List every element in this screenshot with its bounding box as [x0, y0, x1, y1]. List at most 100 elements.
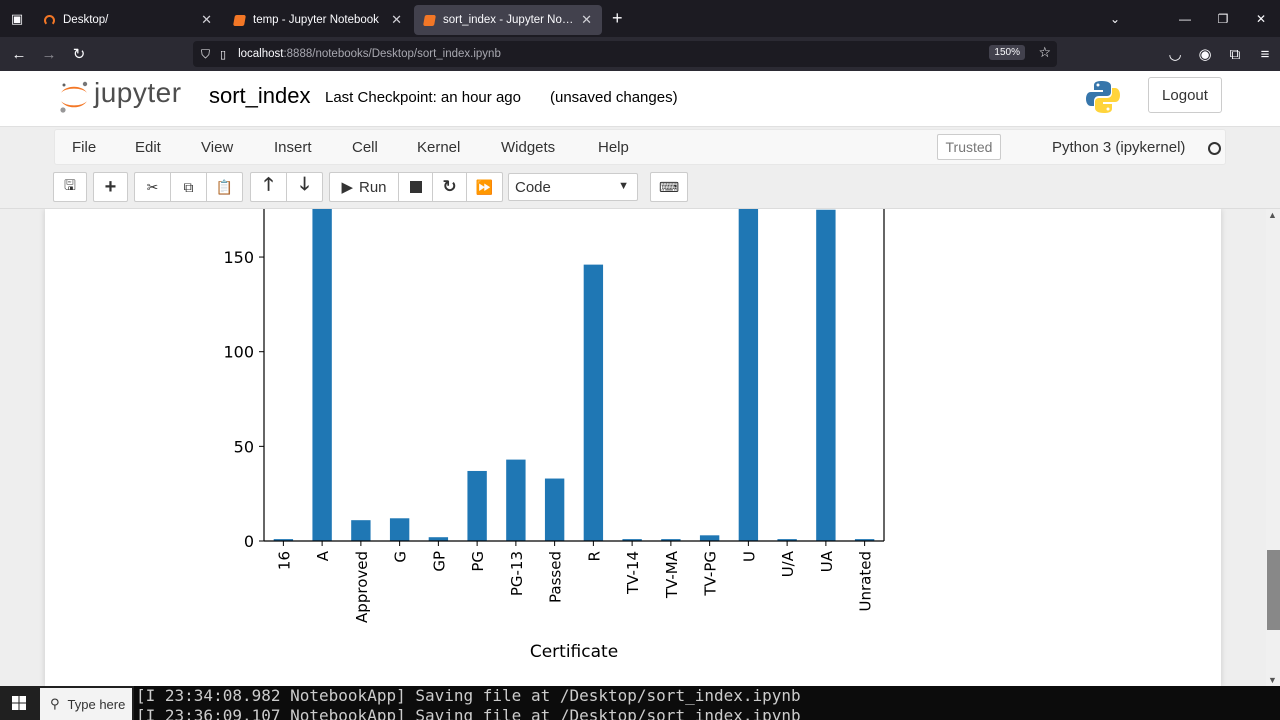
paste-button[interactable]: 📋 — [206, 172, 243, 202]
menu-edit[interactable]: Edit — [135, 139, 161, 156]
menubar: File Edit View Insert Cell Kernel Widget… — [0, 127, 1280, 167]
bar — [389, 518, 410, 541]
run-button[interactable]: ▶ Run — [329, 172, 399, 202]
jupyter-logo-icon[interactable] — [58, 79, 90, 115]
close-icon[interactable]: ✕ — [201, 12, 212, 28]
x-tick-label: UA — [818, 550, 836, 572]
close-window-icon[interactable]: ✕ — [1242, 0, 1280, 37]
trusted-indicator[interactable]: Trusted — [937, 134, 1001, 160]
y-tick-label: 50 — [234, 437, 254, 456]
bar — [506, 459, 526, 541]
windows-start-icon[interactable] — [12, 696, 26, 710]
scrollbar-thumb[interactable] — [1267, 550, 1280, 630]
notebook-toolbar: 🖫 + ✂ ⧉ 📋 🡑 🡓 ▶ Run ↻ ⏩ Code ▼ ⌨ — [0, 167, 1280, 209]
x-tick-label: PG-13 — [508, 551, 526, 596]
interrupt-button[interactable] — [398, 172, 433, 202]
menu-insert[interactable]: Insert — [274, 139, 312, 156]
command-palette-button[interactable]: ⌨ — [650, 172, 688, 202]
bar — [738, 209, 759, 542]
x-tick-label: Approved — [353, 551, 371, 623]
bar — [699, 535, 720, 541]
scroll-down-icon[interactable]: ▼ — [1268, 675, 1277, 685]
restore-icon[interactable]: ❐ — [1204, 0, 1242, 37]
insert-cell-button[interactable]: + — [93, 172, 128, 202]
search-placeholder: Type here — [67, 696, 126, 712]
pocket-icon[interactable]: ◡ — [1160, 37, 1190, 71]
jupyter-ring-icon — [44, 14, 55, 26]
back-arrow-icon[interactable]: ← — [4, 37, 34, 71]
reload-icon[interactable]: ↻ — [64, 37, 94, 71]
forward-arrow-icon[interactable]: → — [34, 37, 64, 71]
bar — [544, 478, 565, 541]
move-up-button[interactable]: 🡑 — [250, 172, 287, 202]
menu-view[interactable]: View — [201, 139, 233, 156]
python-logo-icon — [1086, 81, 1120, 113]
menu-kernel[interactable]: Kernel — [417, 139, 460, 156]
logout-button[interactable]: Logout — [1148, 77, 1222, 113]
minimize-icon[interactable]: — — [1166, 0, 1204, 37]
page-icon: ▯ — [220, 48, 227, 61]
x-tick-label: GP — [430, 551, 448, 572]
menu-widgets[interactable]: Widgets — [501, 139, 555, 156]
browser-tab-desktop[interactable]: Desktop/ ✕ — [34, 5, 222, 35]
clipboard-icon: 📋 — [215, 178, 234, 195]
x-tick-label: U/A — [779, 550, 797, 577]
scroll-up-icon[interactable]: ▲ — [1268, 210, 1277, 220]
terminal-window[interactable]: [I 23:34:08.982 NotebookApp] Saving file… — [134, 686, 1280, 720]
x-axis-label: Certificate — [530, 642, 618, 662]
new-tab-icon[interactable]: + — [612, 8, 623, 29]
copy-button[interactable]: ⧉ — [170, 172, 207, 202]
run-label: Run — [359, 178, 387, 196]
tab-list-icon[interactable]: ▣ — [0, 0, 34, 37]
save-button[interactable]: 🖫 — [53, 172, 87, 202]
x-tick-label: Passed — [547, 551, 565, 603]
arrow-down-icon: 🡓 — [299, 174, 310, 194]
x-tick-label: TV-14 — [624, 551, 642, 595]
terminal-line: [I 23:34:08.982 NotebookApp] Saving file… — [136, 686, 801, 705]
browser-tab-sort-index[interactable]: sort_index - Jupyter Notebook ✕ — [414, 5, 602, 35]
chevron-down-icon[interactable]: ⌄ — [1096, 0, 1134, 37]
restart-run-all-button[interactable]: ⏩ — [466, 172, 503, 202]
menu-icon[interactable]: ≡ — [1250, 37, 1280, 71]
cell-type-value: Code — [515, 178, 551, 196]
x-tick-label: TV-MA — [663, 550, 681, 599]
taskbar-search[interactable]: ⚲ Type here — [40, 688, 132, 720]
zoom-level[interactable]: 150% — [989, 45, 1025, 60]
save-icon: 🖫 — [64, 177, 76, 193]
menubar-container: File Edit View Insert Cell Kernel Widget… — [54, 129, 1226, 165]
search-icon: ⚲ — [50, 696, 60, 711]
fast-forward-icon: ⏩ — [475, 178, 494, 195]
bar — [583, 264, 604, 541]
plus-icon: + — [104, 175, 117, 198]
notebook-icon — [423, 14, 436, 26]
tab-label: sort_index - Jupyter Notebook — [443, 14, 575, 26]
url-text: localhost:8888/notebooks/Desktop/sort_in… — [238, 48, 501, 60]
bar-chart: 16 A Approved G GP PG PG-13 Passed R TV-14 TV-MA TV… — [223, 209, 885, 662]
cut-button[interactable]: ✂ — [134, 172, 171, 202]
extensions-icon[interactable]: ⧉ — [1220, 37, 1250, 71]
notebook-name[interactable]: sort_index — [209, 83, 311, 109]
account-icon[interactable]: ◉ — [1190, 37, 1220, 71]
stop-icon — [409, 181, 422, 193]
address-bar[interactable]: ⛉ ▯ localhost:8888/notebooks/Desktop/sor… — [193, 41, 1057, 67]
cell-type-select[interactable]: Code ▼ — [508, 173, 638, 201]
menu-file[interactable]: File — [72, 139, 96, 156]
checkpoint-status: Last Checkpoint: an hour ago — [325, 89, 521, 106]
menu-help[interactable]: Help — [598, 139, 629, 156]
menu-cell[interactable]: Cell — [352, 139, 378, 156]
restart-button[interactable]: ↻ — [432, 172, 467, 202]
close-icon[interactable]: ✕ — [391, 12, 402, 28]
bookmark-star-icon[interactable]: ☆ — [1038, 44, 1051, 61]
jupyter-logo-text[interactable]: jupyter — [94, 77, 182, 109]
close-icon[interactable]: ✕ — [581, 12, 592, 28]
kernel-idle-icon — [1208, 142, 1221, 155]
notebook-area[interactable]: 16 A Approved G GP PG PG-13 Passed R TV-14 TV-MA TV… — [0, 209, 1266, 686]
bar — [816, 209, 836, 541]
play-icon: ▶ — [341, 179, 353, 196]
kernel-name[interactable]: Python 3 (ipykernel) — [1052, 139, 1185, 156]
chevron-down-icon: ▼ — [618, 180, 629, 192]
browser-tab-temp[interactable]: temp - Jupyter Notebook ✕ — [224, 5, 412, 35]
x-tick-label: 16 — [275, 551, 293, 570]
keyboard-icon: ⌨ — [658, 178, 680, 195]
move-down-button[interactable]: 🡓 — [286, 172, 323, 202]
